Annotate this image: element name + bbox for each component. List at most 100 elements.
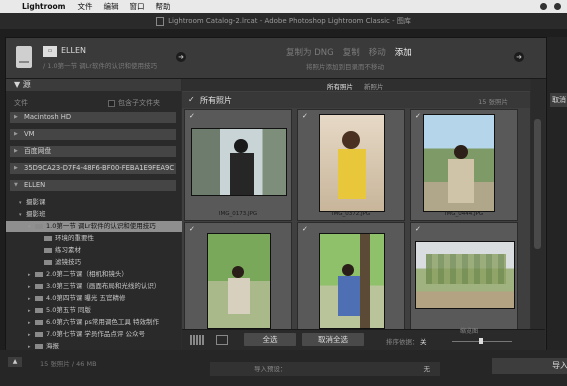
disclosure-triangle-icon[interactable]: ▸: [28, 330, 35, 341]
thumbnail-size-label: 缩览图: [460, 328, 479, 335]
disclosure-triangle-icon[interactable]: ▸: [28, 270, 35, 281]
tab-all-photos[interactable]: 所有照片: [327, 81, 353, 91]
grid-scrollbar[interactable]: [531, 79, 545, 329]
scrollbar-thumb[interactable]: [534, 119, 541, 249]
folder-label: 4.0第四节课 曝光 五官精修: [46, 294, 126, 302]
disclosure-triangle-icon[interactable]: ▸: [28, 294, 35, 305]
disclosure-triangle-icon[interactable]: ▸: [28, 282, 35, 293]
volume-item[interactable]: ELLEN: [10, 180, 176, 191]
menu-edit[interactable]: 编辑: [103, 1, 118, 12]
status-icon: [540, 3, 547, 10]
grid-tabs: 所有照片 新照片: [182, 79, 530, 91]
grid-toolbar: 全选 取消全选 排序依据： 关 缩览图: [182, 328, 545, 350]
sort-label: 排序依据：: [386, 338, 419, 346]
photo-thumbnail: [207, 233, 271, 329]
menu-help[interactable]: 帮助: [155, 1, 170, 12]
loupe-view-icon[interactable]: [216, 335, 228, 345]
photo-cell[interactable]: ✓ IMG_0372.JPG: [297, 109, 405, 221]
volume-item[interactable]: 百度网盘: [10, 146, 176, 157]
check-icon[interactable]: ✓: [415, 225, 421, 233]
menu-file[interactable]: 文件: [77, 1, 92, 12]
uncheck-all-button[interactable]: 取消全选: [302, 333, 364, 346]
photo-cell[interactable]: ✓: [410, 222, 518, 334]
check-icon[interactable]: ✓: [188, 95, 195, 104]
folder-label: 7.0第七节课 学员作品点评 公众号: [46, 330, 145, 338]
source-name[interactable]: ELLEN: [61, 46, 86, 55]
window-titlebar: Lightroom Catalog-2.lrcat - Adobe Photos…: [0, 13, 567, 29]
checkbox-icon[interactable]: [108, 99, 115, 107]
photo-thumbnail: [415, 241, 515, 309]
disclosure-triangle-icon[interactable]: ▾: [28, 222, 35, 233]
volume-item[interactable]: VM: [10, 129, 176, 140]
collapse-icon[interactable]: ▲: [8, 357, 22, 367]
mode-add[interactable]: 添加: [395, 46, 412, 58]
dialog-header: ▭ ELLEN / 1.0第一节 调Lr软件的认识和使用技巧 ➜ 复制为 DNG…: [6, 38, 546, 79]
app-menu[interactable]: Lightroom: [22, 2, 65, 11]
photo-thumbnail: [423, 114, 495, 212]
mode-copy[interactable]: 复制: [343, 46, 360, 58]
disclosure-triangle-icon[interactable]: ▾: [19, 210, 26, 221]
folder-tree-item[interactable]: ▾ 1.0第一节 调Lr软件的认识和使用技巧: [6, 221, 203, 232]
check-all-button[interactable]: 全选: [244, 333, 296, 346]
right-strip: 取消: [546, 37, 567, 350]
volume-item[interactable]: Macintosh HD: [10, 112, 176, 123]
check-icon[interactable]: ✓: [189, 225, 195, 233]
arrow-right-icon: ➜: [176, 52, 186, 62]
cancel-button-partial[interactable]: 取消: [550, 93, 567, 107]
thumbnail-size-slider[interactable]: [452, 338, 512, 344]
window-title: Lightroom Catalog-2.lrcat - Adobe Photos…: [168, 17, 411, 25]
check-icon[interactable]: ✓: [415, 112, 421, 120]
photo-cell[interactable]: ✓ IMG_0173.JPG: [184, 109, 292, 221]
source-panel: ▼ 源 文件 包含子文件夹 Macintosh HD VM 百度网盘 35D9C…: [6, 79, 203, 368]
drive-icon[interactable]: [16, 46, 32, 68]
folder-label: 5.0第五节 同版: [46, 306, 91, 314]
import-preset-select[interactable]: 导入预设： 无: [210, 362, 440, 376]
subfolders-checkbox[interactable]: 包含子文件夹: [108, 98, 160, 108]
folder-label: 摄影课: [26, 198, 46, 206]
source-section-header[interactable]: ▼ 源: [6, 79, 181, 91]
photo-cell[interactable]: ✓ IMG_0444.JPG: [410, 109, 518, 221]
tab-new-photos[interactable]: 新照片: [364, 81, 384, 91]
disclosure-triangle-icon[interactable]: ▸: [28, 318, 35, 329]
mode-move[interactable]: 移动: [369, 46, 386, 58]
folder-tree-item[interactable]: ▸ 6.0第六节课 ps常用调色工具 特效制作: [6, 317, 203, 328]
folder-icon: [44, 259, 52, 265]
folder-label: 3.0第三节课（画面布局和光线的认识）: [46, 282, 161, 290]
disclosure-triangle-icon[interactable]: ▸: [28, 306, 35, 317]
mode-description: 将照片添加到目录而不移动: [306, 63, 384, 71]
folder-tree-item[interactable]: ▸ 7.0第七节课 学员作品点评 公众号: [6, 329, 203, 340]
check-icon[interactable]: ✓: [302, 112, 308, 120]
folder-tree-item[interactable]: ▸ 2.0第二节课（相机和镜头）: [6, 269, 203, 280]
photo-thumbnail: [319, 233, 385, 329]
import-button[interactable]: 导入: [492, 358, 567, 374]
folder-tree-item[interactable]: ▸ 5.0第五节 同版: [6, 305, 203, 316]
subfolders-label: 包含子文件夹: [118, 99, 160, 107]
source-card-icon: ▭: [43, 46, 57, 57]
folder-label: 1.0第一节 调Lr软件的认识和使用技巧: [46, 222, 156, 230]
photo-cell[interactable]: ✓: [184, 222, 292, 334]
source-path: / 1.0第一节 调Lr软件的认识和使用技巧: [43, 62, 157, 70]
check-icon[interactable]: ✓: [302, 225, 308, 233]
disclosure-triangle-icon[interactable]: ▾: [19, 198, 26, 209]
folder-tree-item[interactable]: ▸ 4.0第四节课 曝光 五官精修: [6, 293, 203, 304]
volume-item[interactable]: 35D9CA23-D7F4-48F6-BF00-FEBA1E9FEA9C: [10, 163, 176, 174]
folder-tree-item[interactable]: ▸ 3.0第三节课（画面布局和光线的认识）: [6, 281, 203, 292]
folder-tree-item[interactable]: ▾ 摄影课: [6, 197, 194, 208]
photo-thumbnail: [191, 128, 287, 196]
sort-select[interactable]: 关: [420, 336, 427, 346]
mode-copy-dng[interactable]: 复制为 DNG: [286, 46, 334, 58]
folder-icon: [44, 235, 52, 241]
folder-label: 练习素材: [55, 246, 81, 254]
folder-label: 摄影班: [26, 210, 46, 218]
slider-knob[interactable]: [479, 338, 483, 344]
folder-icon: [35, 343, 43, 349]
grid-view-icon[interactable]: [190, 335, 204, 345]
folder-tree-item[interactable]: ▾ 摄影班: [6, 209, 194, 220]
check-icon[interactable]: ✓: [189, 112, 195, 120]
photo-cell[interactable]: ✓: [297, 222, 405, 334]
import-modes: 复制为 DNG 复制 移动 添加: [286, 46, 412, 58]
menu-window[interactable]: 窗口: [129, 1, 144, 12]
folder-icon: [44, 247, 52, 253]
menu-bar: Lightroom 文件 编辑 窗口 帮助: [0, 0, 567, 13]
photo-count: 15 张照片: [478, 98, 508, 106]
